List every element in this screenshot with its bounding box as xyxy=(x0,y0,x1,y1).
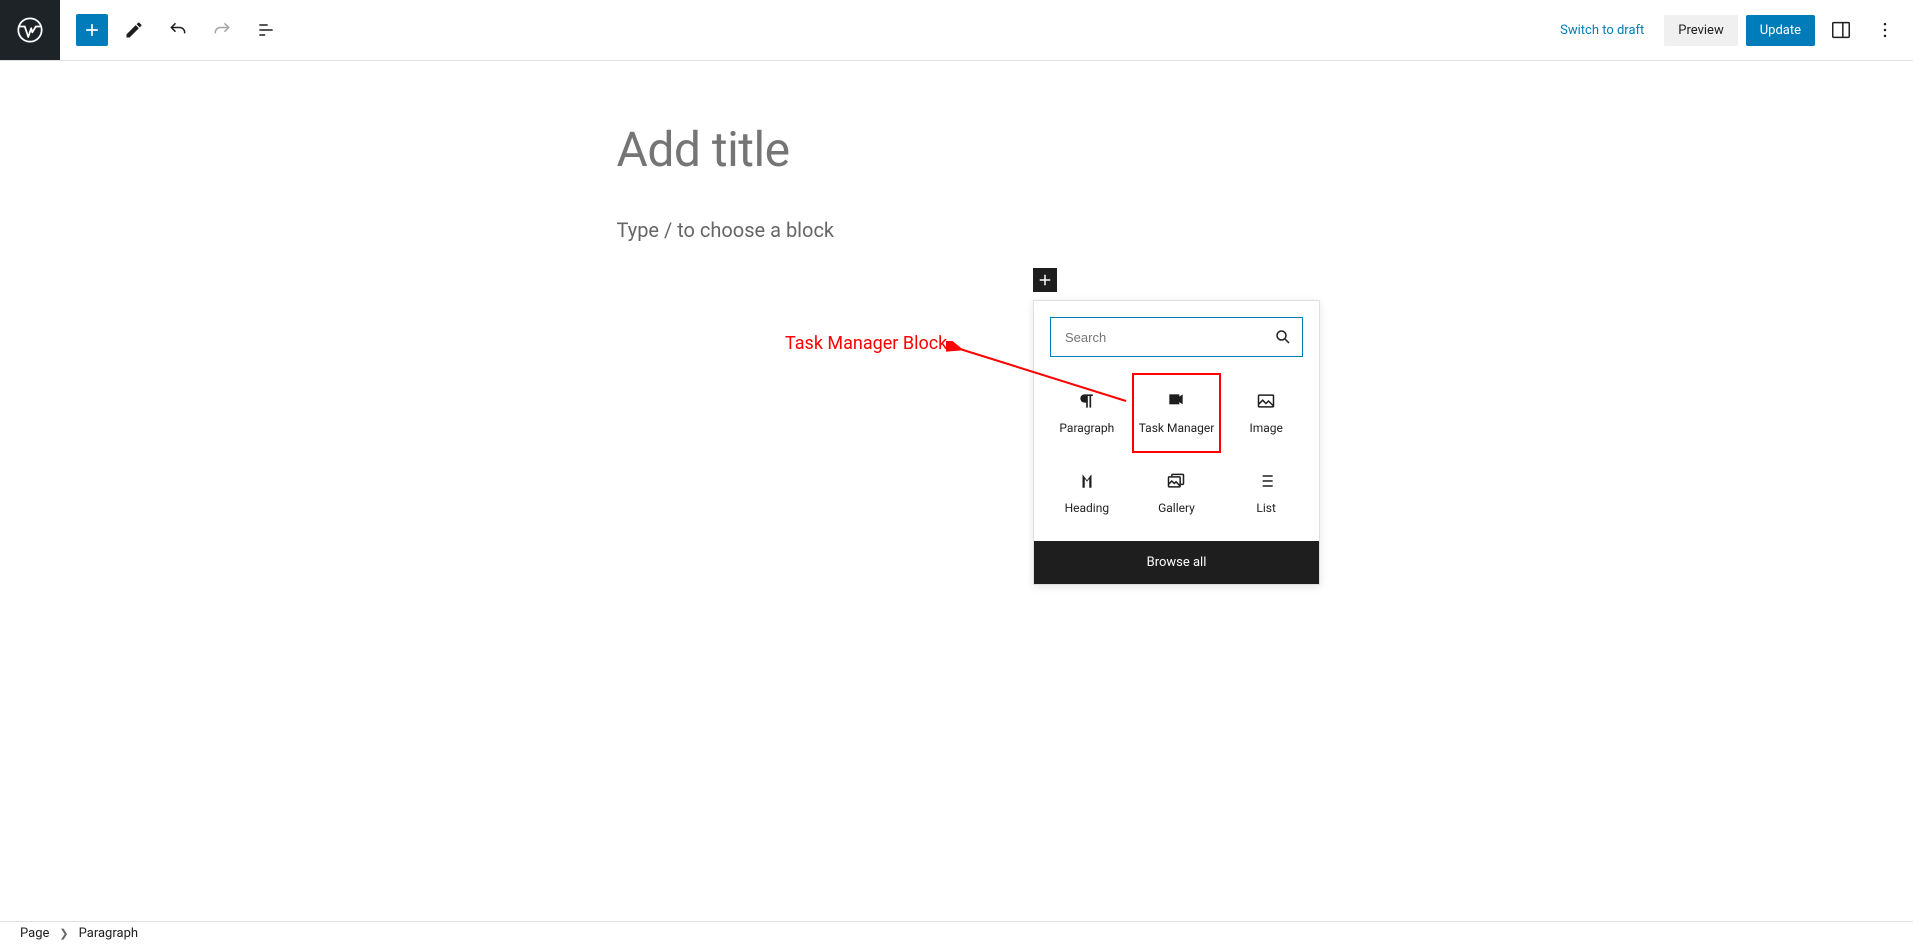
task-manager-icon xyxy=(1166,391,1186,411)
block-item-label: List xyxy=(1256,501,1276,515)
inline-add-block-button[interactable] xyxy=(1033,268,1057,292)
chevron-right-icon: ❯ xyxy=(59,927,68,940)
block-item-label: Paragraph xyxy=(1059,421,1114,435)
annotation-label: Task Manager Block xyxy=(785,333,947,354)
block-item-gallery[interactable]: Gallery xyxy=(1132,453,1222,533)
options-menu-button[interactable] xyxy=(1867,12,1903,48)
preview-button[interactable]: Preview xyxy=(1664,15,1737,46)
document-overview-button[interactable] xyxy=(248,12,284,48)
block-item-label: Gallery xyxy=(1158,501,1195,515)
block-item-image[interactable]: Image xyxy=(1221,373,1311,453)
block-item-list[interactable]: List xyxy=(1221,453,1311,533)
annotation-arrow xyxy=(946,341,1136,411)
switch-to-draft-link[interactable]: Switch to draft xyxy=(1548,15,1656,46)
block-item-heading[interactable]: Heading xyxy=(1042,453,1132,533)
breadcrumb-root[interactable]: Page xyxy=(20,926,49,941)
gallery-icon xyxy=(1166,471,1186,491)
heading-icon xyxy=(1078,471,1096,491)
editor-toolbar: Switch to draft Preview Update xyxy=(0,0,1913,61)
update-button[interactable]: Update xyxy=(1746,15,1815,46)
list-icon xyxy=(1256,471,1276,491)
block-item-task-manager[interactable]: Task Manager xyxy=(1132,373,1222,453)
toolbar-left xyxy=(0,0,284,60)
block-item-label: Heading xyxy=(1065,501,1110,515)
breadcrumb-current[interactable]: Paragraph xyxy=(79,926,138,941)
settings-sidebar-toggle[interactable] xyxy=(1823,12,1859,48)
add-block-button[interactable] xyxy=(76,14,108,46)
editor-footer: Page ❯ Paragraph xyxy=(0,921,1913,945)
block-item-label: Task Manager xyxy=(1139,421,1215,435)
editor-area: Add title Type / to choose a block xyxy=(617,61,1297,242)
toolbar-right: Switch to draft Preview Update xyxy=(1548,12,1903,48)
edit-tool-button[interactable] xyxy=(116,12,152,48)
post-title-input[interactable]: Add title xyxy=(617,121,1297,178)
undo-button[interactable] xyxy=(160,12,196,48)
search-icon xyxy=(1274,328,1292,346)
wordpress-logo[interactable] xyxy=(0,0,60,60)
browse-all-button[interactable]: Browse all xyxy=(1034,541,1319,584)
editor-canvas: Add title Type / to choose a block Parag… xyxy=(0,61,1913,242)
body-placeholder[interactable]: Type / to choose a block xyxy=(617,218,1297,242)
image-icon xyxy=(1256,391,1276,411)
redo-button[interactable] xyxy=(204,12,240,48)
block-item-label: Image xyxy=(1249,421,1282,435)
